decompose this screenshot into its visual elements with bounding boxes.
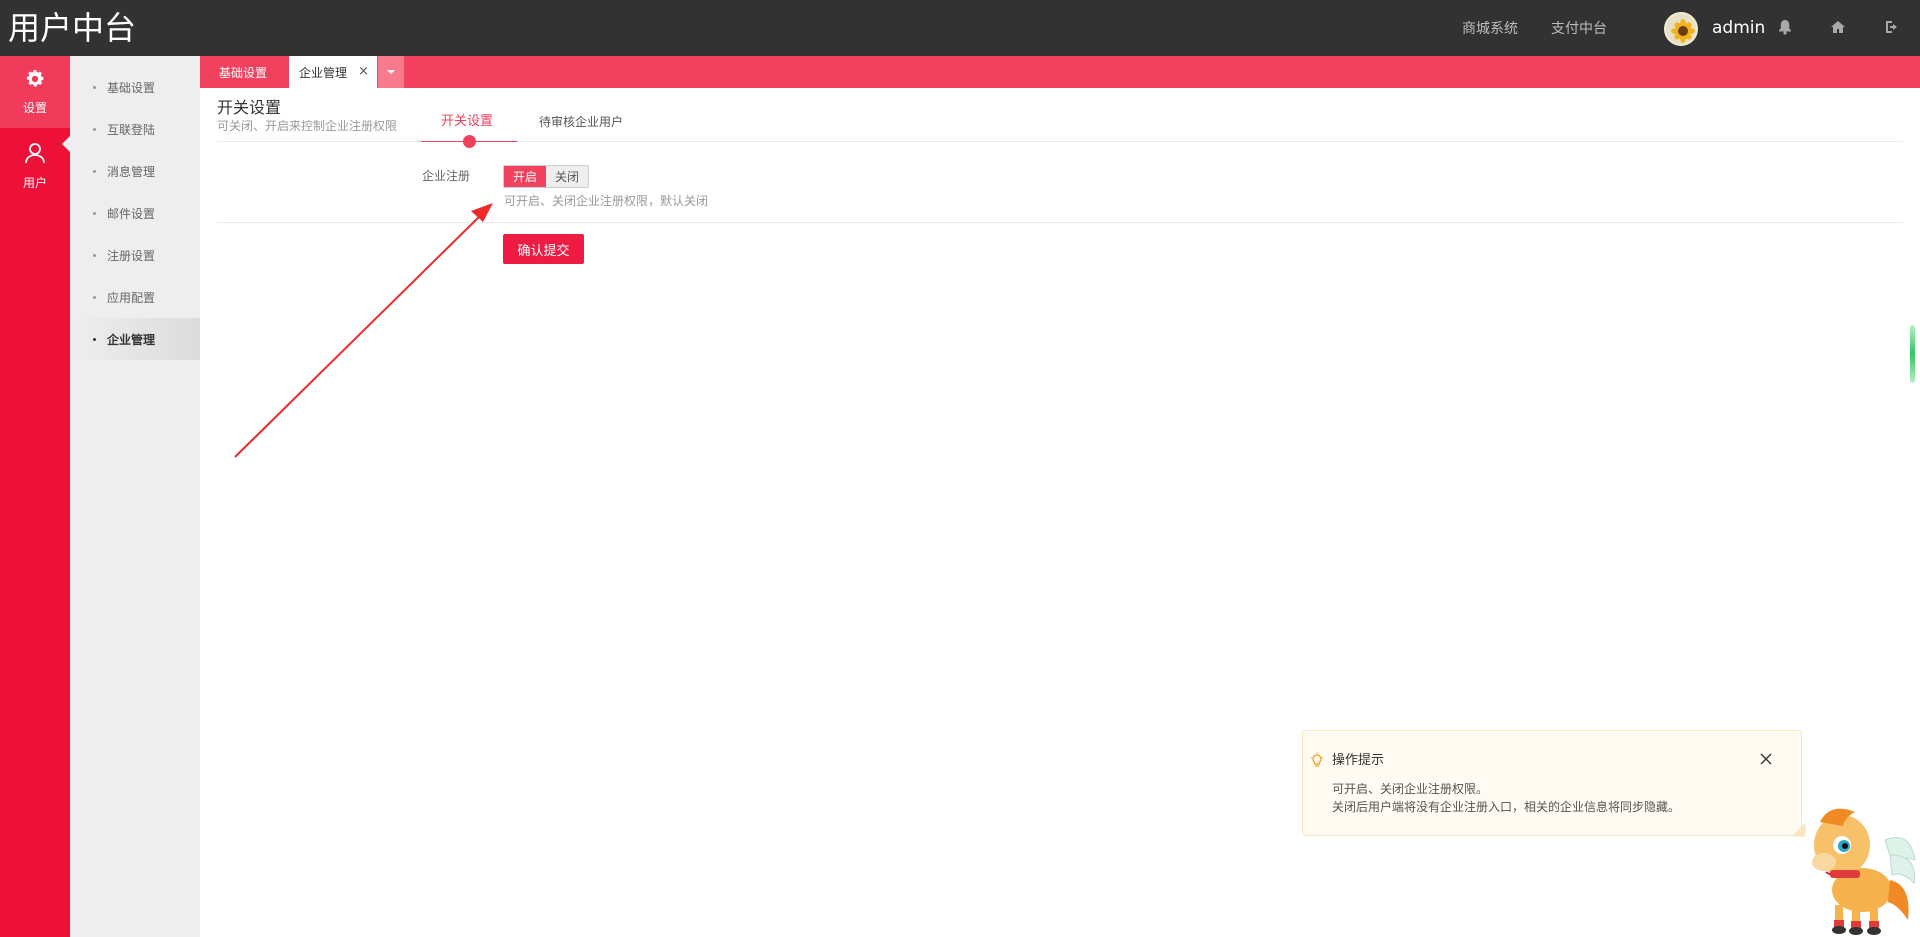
close-icon[interactable]: × — [358, 64, 369, 79]
submenu-item-basic[interactable]: 基础设置 — [70, 66, 200, 108]
user-icon — [23, 141, 47, 168]
logout-icon[interactable] — [1882, 17, 1902, 37]
top-bar: 用户中台 商城系统 支付中台 admin — [0, 0, 1920, 56]
submenu-item-register[interactable]: 注册设置 — [70, 234, 200, 276]
submenu: 基础设置 互联登陆 消息管理 邮件设置 注册设置 应用配置 企业管理 — [70, 56, 200, 937]
active-tab-indicator — [463, 135, 476, 148]
tab-label: 企业管理 — [299, 65, 348, 80]
tip-line: 关闭后用户端将没有企业注册入口，相关的企业信息将同步隐藏。 — [1332, 800, 1681, 814]
divider — [217, 222, 1903, 223]
enterprise-register-label: 企业注册 — [422, 169, 471, 183]
icon-rail: 设置 用户 — [0, 56, 70, 937]
submenu-label: 企业管理 — [107, 332, 156, 347]
mascot-image — [1790, 800, 1920, 937]
section-title: 开关设置 — [217, 98, 282, 117]
submenu-label: 互联登陆 — [107, 122, 156, 137]
submenu-label: 基础设置 — [107, 80, 156, 95]
scrollbar[interactable] — [1910, 325, 1915, 383]
submenu-item-email[interactable]: 邮件设置 — [70, 192, 200, 234]
enterprise-register-toggle[interactable]: 开启 关闭 — [503, 165, 589, 188]
bell-icon[interactable] — [1775, 17, 1795, 37]
tab-strip: 基础设置 企业管理 × — [200, 56, 1920, 88]
lightbulb-icon — [1309, 752, 1325, 768]
home-icon[interactable] — [1828, 17, 1848, 37]
rail-label-users: 用户 — [22, 176, 47, 190]
section-subtitle: 可关闭、开启来控制企业注册权限 — [217, 119, 398, 133]
submenu-label: 注册设置 — [107, 248, 156, 263]
rail-label-settings: 设置 — [22, 101, 47, 115]
top-link-pay[interactable]: 支付中台 — [1551, 20, 1607, 38]
tip-line: 可开启、关闭企业注册权限。 — [1332, 782, 1489, 796]
chevron-down-icon — [387, 70, 395, 74]
submit-button[interactable]: 确认提交 — [503, 234, 584, 264]
tab-basic-settings[interactable]: 基础设置 — [200, 56, 288, 88]
form-help-text: 可开启、关闭企业注册权限，默认关闭 — [504, 194, 709, 208]
top-link-mall[interactable]: 商城系统 — [1462, 20, 1518, 38]
submenu-item-enterprise[interactable]: 企业管理 — [70, 318, 200, 360]
tip-title: 操作提示 — [1332, 753, 1385, 768]
submenu-item-connect-login[interactable]: 互联登陆 — [70, 108, 200, 150]
submenu-item-messages[interactable]: 消息管理 — [70, 150, 200, 192]
rail-active-notch — [62, 136, 70, 152]
avatar[interactable] — [1664, 12, 1698, 46]
tab-dropdown-button[interactable] — [378, 56, 404, 88]
gear-icon — [24, 68, 46, 93]
rail-item-users[interactable]: 用户 — [0, 130, 70, 202]
submenu-label: 应用配置 — [107, 290, 156, 305]
close-icon[interactable] — [1757, 750, 1775, 768]
user-name[interactable]: admin — [1712, 17, 1765, 39]
tab-pending-users[interactable]: 待审核企业用户 — [539, 114, 623, 130]
rail-item-settings[interactable]: 设置 — [0, 56, 70, 128]
tab-enterprise[interactable]: 企业管理 × — [289, 56, 377, 88]
toggle-on-button[interactable]: 开启 — [504, 166, 546, 187]
toggle-off-button[interactable]: 关闭 — [546, 166, 588, 187]
tab-label: 基础设置 — [219, 65, 268, 80]
submenu-item-app-config[interactable]: 应用配置 — [70, 276, 200, 318]
submenu-label: 邮件设置 — [107, 206, 156, 221]
submenu-label: 消息管理 — [107, 164, 156, 179]
tab-switch-settings[interactable]: 开关设置 — [441, 114, 493, 130]
app-title: 用户中台 — [8, 9, 137, 47]
